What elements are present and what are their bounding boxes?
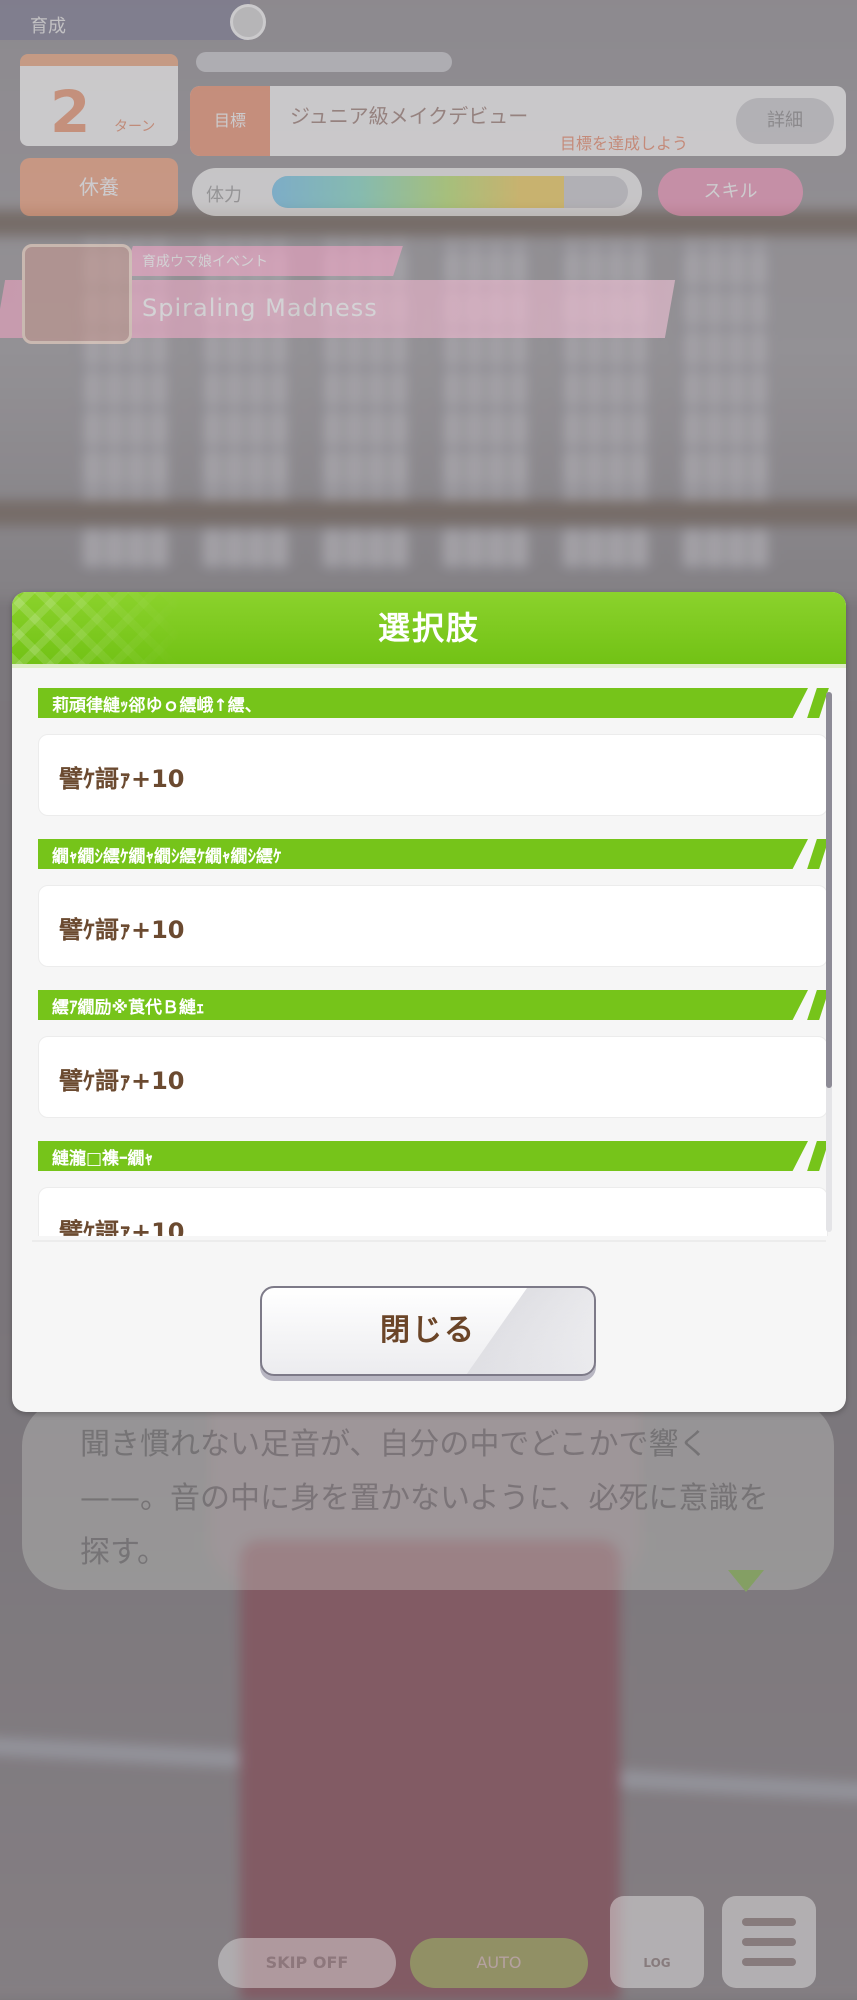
energy-gauge: 体力	[192, 168, 642, 216]
goal-strip	[196, 52, 452, 72]
goal-text: ジュニア級メイクデビュー	[290, 104, 529, 128]
menu-icon	[742, 1918, 796, 1926]
story-text: 聞き慣れない足音が、自分の中でどこかで響く——。音の中に身を置かないように、必死…	[80, 1427, 769, 1570]
rest-button[interactable]: 休養	[20, 158, 178, 216]
event-banner: 育成ウマ娘イベント Spiraling Madness	[0, 240, 676, 344]
choice-list[interactable]: 莉頑律縺ｯ郤ゆｏ繧峨↑繧、 譬ｹ謌ｧ+10 繝ｬ繝ｼ繧ｹ繝ｬ繝ｼ繧ｹ繝ｬ繝ｼ繧ｹ…	[38, 688, 838, 1236]
turn-unit: ターン	[114, 119, 156, 135]
hud-topbar: 育成	[0, 0, 250, 40]
dialog-title: 選択肢	[377, 609, 480, 647]
choice-effect: 譬ｹ謌ｧ+10	[59, 1218, 185, 1236]
dialog-header: 選択肢	[12, 592, 846, 664]
choices-dialog: 選択肢 莉頑律縺ｯ郤ゆｏ繧峨↑繧、 譬ｹ謌ｧ+10 繝ｬ繝ｼ繧ｹ繝ｬ繝ｼ繧ｹ繝ｬ…	[12, 592, 846, 1412]
energy-fill	[272, 176, 564, 208]
menu-icon	[742, 1958, 796, 1966]
event-title: Spiraling Madness	[142, 294, 378, 322]
close-button-label: 閉じる	[380, 1313, 476, 1348]
choice-item: 莉頑律縺ｯ郤ゆｏ繧峨↑繧、 譬ｹ謌ｧ+10	[38, 688, 838, 838]
goal-panel: 目標 ジュニア級メイクデビュー 目標を達成しよう 詳細	[190, 86, 846, 156]
choice-label: 繧ｱ繝励※莨代Ｂ縺ｪ	[52, 998, 205, 1018]
menu-icon	[742, 1938, 796, 1946]
choice-label-bar	[38, 1141, 808, 1171]
choice-item: 縺瀧□襍ｰ繝ｬ 譬ｹ謌ｧ+10	[38, 1141, 838, 1236]
choice-effect-box: 譬ｹ謌ｧ+10	[38, 1187, 828, 1236]
turn-counter: 2 ターン	[20, 54, 178, 146]
footer-divider	[32, 1240, 826, 1242]
energy-bar	[272, 176, 628, 208]
choice-effect-box: 譬ｹ謌ｧ+10	[38, 1036, 828, 1118]
choice-effect: 譬ｹ謌ｧ+10	[59, 765, 185, 793]
character-avatar	[22, 244, 132, 344]
choice-item: 繧ｱ繝励※莨代Ｂ縺ｪ 譬ｹ謌ｧ+10	[38, 990, 838, 1140]
close-button[interactable]: 閉じる	[260, 1286, 596, 1376]
choice-effect: 譬ｹ謌ｧ+10	[59, 916, 185, 944]
scrollbar-thumb[interactable]	[826, 692, 832, 1088]
log-button[interactable]: LOG	[610, 1896, 704, 1988]
log-label: LOG	[643, 1956, 671, 1970]
goal-detail-button[interactable]: 詳細	[736, 98, 834, 144]
energy-label: 体力	[206, 185, 242, 206]
turn-number: 2	[50, 78, 91, 146]
choice-label: 繝ｬ繝ｼ繧ｹ繝ｬ繝ｼ繧ｹ繝ｬ繝ｼ繧ｹ	[52, 847, 282, 867]
menu-button[interactable]	[722, 1896, 816, 1988]
header-underline	[12, 664, 846, 668]
choice-effect: 譬ｹ謌ｧ+10	[59, 1067, 185, 1095]
choice-item: 繝ｬ繝ｼ繧ｹ繝ｬ繝ｼ繧ｹ繝ｬ繝ｼ繧ｹ 譬ｹ謌ｧ+10	[38, 839, 838, 989]
auto-button[interactable]: AUTO	[410, 1938, 588, 1988]
info-icon[interactable]	[230, 4, 266, 40]
event-category: 育成ウマ娘イベント	[142, 254, 268, 270]
goal-subtext: 目標を達成しよう	[560, 134, 689, 153]
choice-effect-box: 譬ｹ謌ｧ+10	[38, 734, 828, 816]
choice-scrollbar[interactable]	[826, 692, 832, 1232]
skill-button[interactable]: スキル	[658, 168, 803, 216]
training-hud: 育成 2 ターン 目標 ジュニア級メイクデビュー 目標を達成しよう 詳細 休養 …	[0, 0, 857, 360]
hud-topbar-label: 育成	[30, 16, 66, 37]
goal-tag: 目標	[190, 86, 270, 156]
choice-label: 縺瀧□襍ｰ繝ｬ	[52, 1149, 154, 1169]
next-arrow-icon	[728, 1570, 764, 1592]
choice-label: 莉頑律縺ｯ郤ゆｏ繧峨↑繧、	[52, 696, 262, 716]
skip-button[interactable]: SKIP OFF	[218, 1938, 396, 1988]
choice-effect-box: 譬ｹ謌ｧ+10	[38, 885, 828, 967]
